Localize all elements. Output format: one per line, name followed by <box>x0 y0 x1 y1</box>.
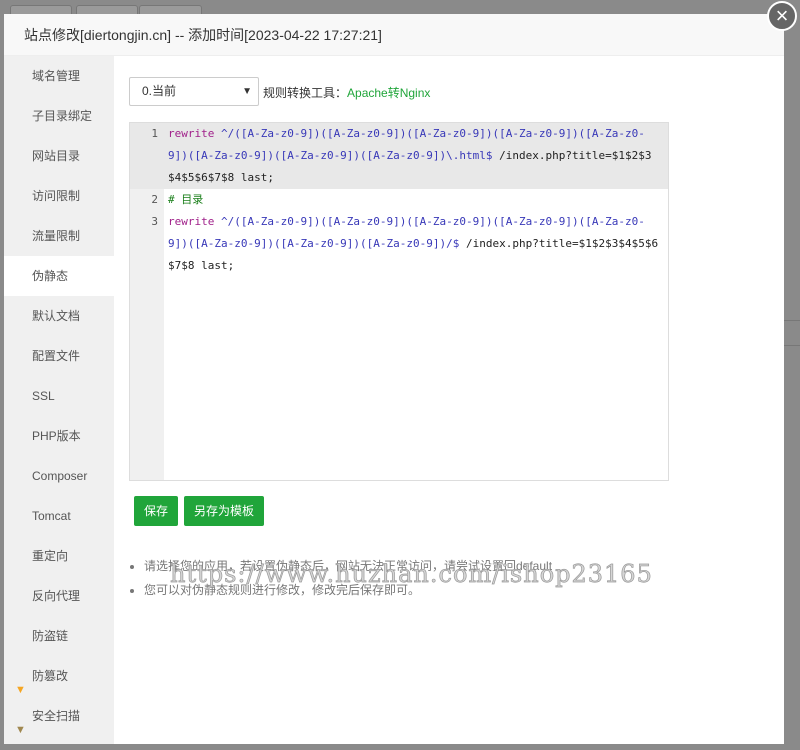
sidebar-item-subdir[interactable]: 子目录绑定 <box>4 96 114 136</box>
code-line: 1 rewrite ^/([A-Za-z0-9])([A-Za-z0-9])([A… <box>130 123 668 189</box>
sidebar: 域名管理 子目录绑定 网站目录 访问限制 流量限制 伪静态 默认文档 配置文件 … <box>4 56 114 744</box>
convert-tool: 规则转换工具：Apache转Nginx <box>263 84 430 101</box>
code-line: 3 rewrite ^/([A-Za-z0-9])([A-Za-z0-9])([A… <box>130 211 668 277</box>
code-line: 2 # 目录 <box>130 189 668 211</box>
code-keyword: rewrite <box>168 127 215 140</box>
sidebar-item-tomcat[interactable]: Tomcat <box>4 496 114 536</box>
sidebar-item-label: 网站目录 <box>32 149 81 163</box>
select-value: 0.当前 <box>142 84 177 98</box>
sidebar-item-label: 域名管理 <box>32 69 81 83</box>
sidebar-item-default-doc[interactable]: 默认文档 <box>4 296 114 336</box>
sidebar-item-rewrite[interactable]: 伪静态 <box>4 256 114 296</box>
sidebar-item-config[interactable]: 配置文件 <box>4 336 114 376</box>
sidebar-item-access-limit[interactable]: 访问限制 <box>4 176 114 216</box>
watermark: https://www.huzhan.com/ishop23165 <box>170 560 653 589</box>
code-editor[interactable]: 1 rewrite ^/([A-Za-z0-9])([A-Za-z0-9])([A… <box>129 122 669 481</box>
sidebar-item-label: 子目录绑定 <box>32 109 93 123</box>
sidebar-item-site-dir[interactable]: 网站目录 <box>4 136 114 176</box>
background-divider <box>784 345 800 346</box>
sidebar-item-php[interactable]: PHP版本 <box>4 416 114 456</box>
apache-to-nginx-link[interactable]: Apache转Nginx <box>347 86 430 100</box>
sidebar-item-label: 默认文档 <box>32 309 81 323</box>
sidebar-item-ssl[interactable]: SSL <box>4 376 114 416</box>
sidebar-item-label: 安全扫描 <box>32 709 81 723</box>
sidebar-item-label: 防盗链 <box>32 629 69 643</box>
template-select[interactable]: 0.当前 ▼ <box>129 77 259 106</box>
sidebar-item-redirect[interactable]: 重定向 <box>4 536 114 576</box>
close-icon[interactable]: × <box>767 1 797 31</box>
code-keyword: rewrite <box>168 215 215 228</box>
save-as-template-button[interactable]: 另存为模板 <box>184 496 265 526</box>
sidebar-item-label: 反向代理 <box>32 589 81 603</box>
sidebar-item-composer[interactable]: Composer <box>4 456 114 496</box>
sidebar-item-security-scan[interactable]: ▼ 安全扫描 <box>4 696 114 736</box>
gem-icon: ▼ <box>15 724 26 736</box>
sidebar-item-label: 访问限制 <box>32 189 81 203</box>
dialog-title: 站点修改[diertongjin.cn] -- 添加时间[2023-04-22 … <box>4 14 784 56</box>
chevron-down-icon: ▼ <box>242 86 252 97</box>
save-button[interactable]: 保存 <box>134 496 179 526</box>
sidebar-item-tamper-proof[interactable]: ▼ 防篡改 <box>4 656 114 696</box>
tool-label: 规则转换工具： <box>263 86 348 100</box>
sidebar-item-reverse-proxy[interactable]: 反向代理 <box>4 576 114 616</box>
sidebar-item-label: PHP版本 <box>32 429 81 443</box>
sidebar-item-label: 流量限制 <box>32 229 81 243</box>
background-divider <box>784 320 800 321</box>
site-edit-dialog: 站点修改[diertongjin.cn] -- 添加时间[2023-04-22 … <box>4 14 784 744</box>
sidebar-item-hotlink[interactable]: 防盗链 <box>4 616 114 656</box>
sidebar-item-label: 重定向 <box>32 549 69 563</box>
line-number: 1 <box>151 127 158 140</box>
sidebar-item-label: 伪静态 <box>32 269 69 283</box>
line-number: 3 <box>151 215 158 228</box>
sidebar-item-traffic-limit[interactable]: 流量限制 <box>4 216 114 256</box>
sidebar-item-label: Composer <box>32 469 88 483</box>
line-number: 2 <box>151 193 158 206</box>
sidebar-item-label: Tomcat <box>32 509 71 523</box>
sidebar-item-label: 配置文件 <box>32 349 81 363</box>
code-comment: # 目录 <box>168 193 204 206</box>
sidebar-item-label: SSL <box>32 389 55 403</box>
rewrite-panel: 0.当前 ▼ 规则转换工具：Apache转Nginx 1 rewrite ^/([A… <box>114 56 784 744</box>
sidebar-item-domain[interactable]: 域名管理 <box>4 56 114 96</box>
sidebar-item-label: 防篡改 <box>32 669 69 683</box>
